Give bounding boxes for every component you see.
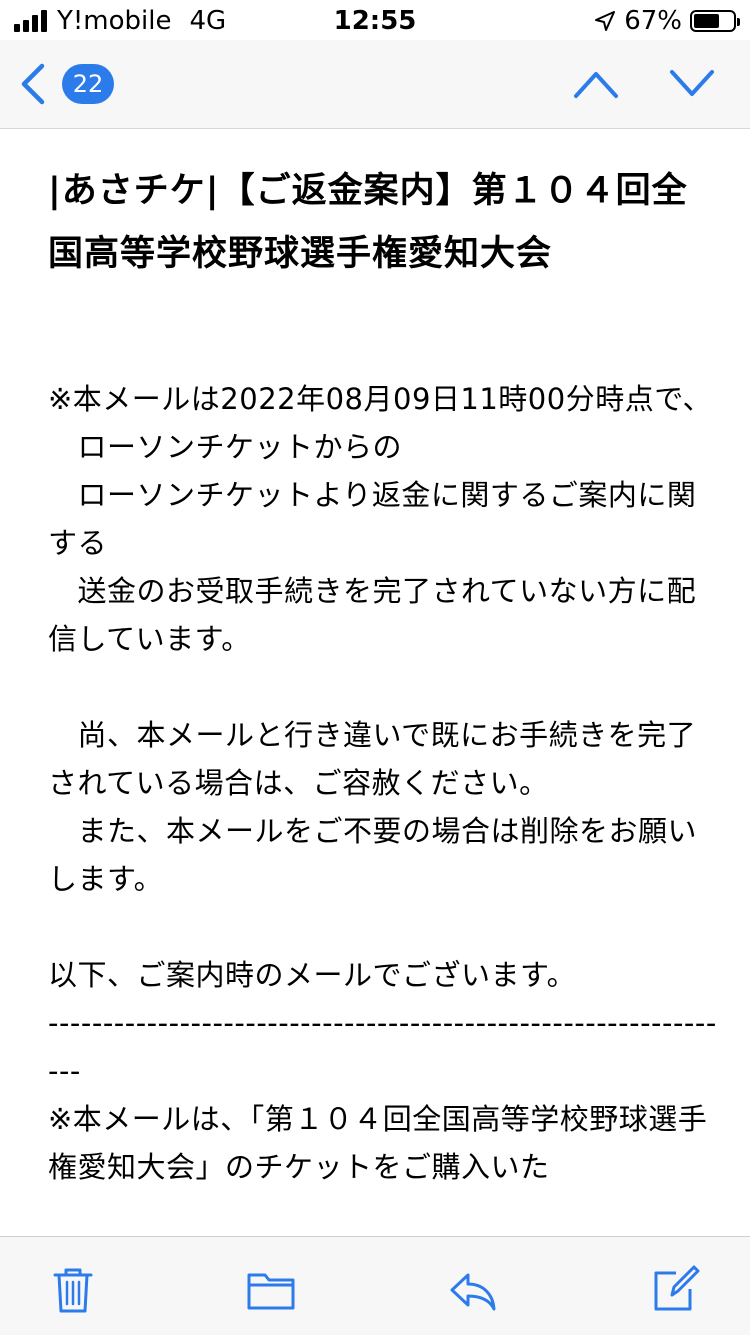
chevron-left-icon[interactable] <box>14 60 54 108</box>
location-icon <box>595 11 616 31</box>
bottom-toolbar <box>0 1236 750 1335</box>
email-subject: |あさチケ|【ご返金案内】第１０４回全国高等学校野球選手権愛知大会 <box>48 171 688 274</box>
mail-nav-bar: 22 <box>0 40 750 129</box>
battery-fill <box>694 14 719 28</box>
trash-icon[interactable] <box>48 1265 98 1315</box>
reply-icon[interactable] <box>448 1265 498 1315</box>
compose-icon[interactable] <box>650 1265 700 1315</box>
chevron-down-icon[interactable] <box>668 66 716 102</box>
email-body: ※本メールは2022年08月09日11時00分時点で、 ローソンチケットからの … <box>48 382 717 1184</box>
status-bar: Y!mobile 4G 12:55 67% <box>0 0 750 40</box>
battery-icon <box>690 10 740 32</box>
unread-count-badge[interactable]: 22 <box>62 64 114 104</box>
status-right: 67% <box>594 6 740 36</box>
chevron-up-icon[interactable] <box>572 66 620 102</box>
battery-percent: 67% <box>624 6 682 36</box>
folder-icon[interactable] <box>246 1265 296 1315</box>
